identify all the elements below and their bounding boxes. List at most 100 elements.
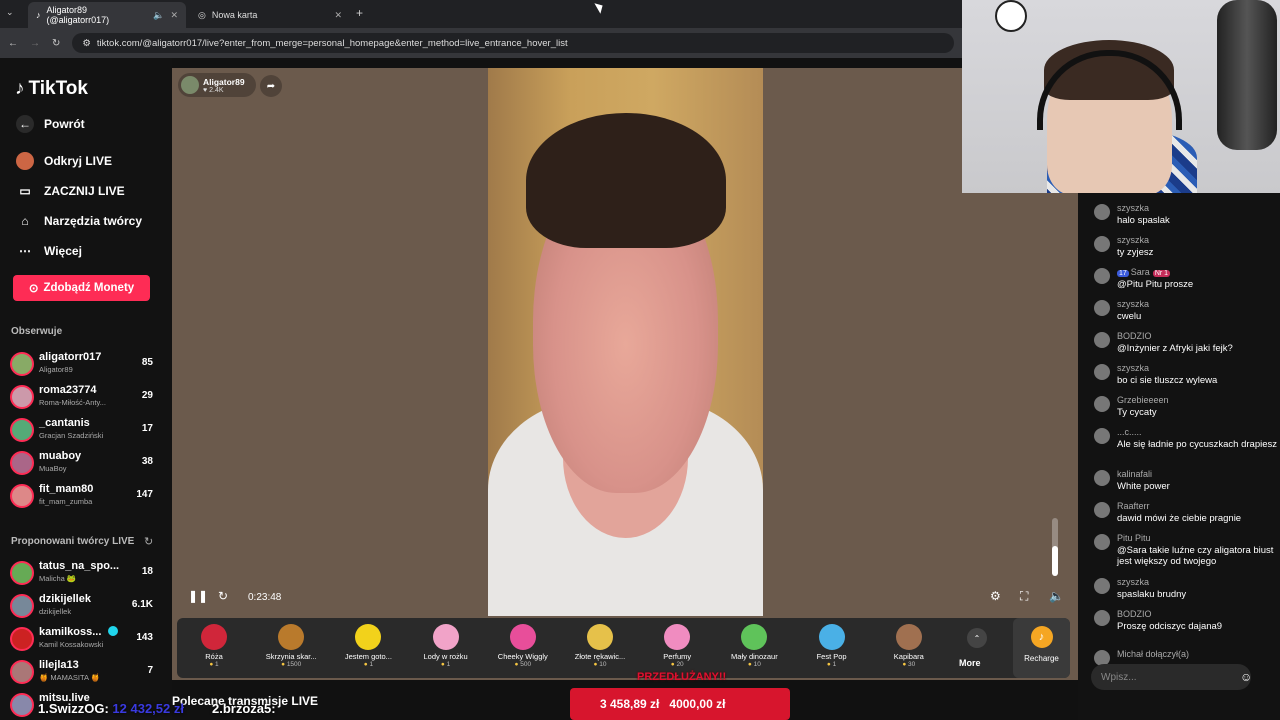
chat-text: @Inżynier z Afryki jaki fejk?: [1117, 343, 1233, 354]
tiktok-logo[interactable]: ♪ TikTok: [15, 78, 88, 100]
avatar[interactable]: [1094, 332, 1110, 348]
gift-price: ● 10: [593, 661, 607, 668]
suggested-item[interactable]: tatus_na_spo... Malicha 🐸 18: [10, 558, 158, 588]
refresh-icon[interactable]: ↻: [218, 589, 228, 603]
chat-username[interactable]: Grzebieeeen: [1117, 395, 1169, 405]
share-icon[interactable]: ➦: [260, 75, 282, 97]
nav-start-live[interactable]: ▭ ZACZNIJ LIVE: [16, 182, 124, 200]
following-item[interactable]: fit_mam80 fit_mam_zumba 147: [10, 481, 158, 511]
reload-icon[interactable]: ↻: [52, 38, 60, 49]
chat-username[interactable]: szyszka: [1117, 299, 1149, 309]
chat-username[interactable]: Michał dołączył(a): [1117, 649, 1189, 659]
more-gifts-chevron-icon[interactable]: ⌃: [967, 628, 987, 648]
avatar[interactable]: [1094, 534, 1110, 550]
chat-username[interactable]: szyszka: [1117, 577, 1149, 587]
avatar[interactable]: [1094, 300, 1110, 316]
following-item[interactable]: _cantanis Gracjan Szadziński 17: [10, 415, 158, 445]
chat-input[interactable]: Wpisz...: [1091, 664, 1251, 690]
avatar: [10, 561, 34, 585]
chat-username[interactable]: Pitu Pitu: [1117, 533, 1151, 543]
get-coins-button[interactable]: ⊙ Zdobądź Monety: [13, 275, 150, 301]
chat-username[interactable]: szyszka: [1117, 203, 1149, 213]
chat-username[interactable]: 17 Sara Nr 1: [1117, 267, 1171, 277]
nav-discover-live[interactable]: Odkryj LIVE: [16, 152, 112, 170]
live-video[interactable]: [488, 68, 763, 616]
tab-new[interactable]: ◎ Nowa karta ✕: [190, 2, 350, 28]
chat-username[interactable]: Raafterr: [1117, 501, 1150, 511]
suggested-heading: Proponowani twórcy LIVE: [11, 536, 135, 547]
more-gifts-button[interactable]: More: [959, 658, 981, 668]
chat-text: halo spaslak: [1117, 215, 1170, 226]
chat-username[interactable]: BODZIO: [1117, 609, 1152, 619]
gift-name: Jestem goto...: [344, 652, 392, 661]
avatar[interactable]: [1094, 610, 1110, 626]
chat-username[interactable]: BODZIO: [1117, 331, 1152, 341]
pause-icon[interactable]: ❚❚: [188, 589, 208, 603]
gift-icon: [355, 624, 382, 650]
audio-icon[interactable]: 🔈: [153, 10, 164, 21]
avatar: [10, 660, 34, 684]
settings-icon[interactable]: ⚙: [990, 589, 1001, 603]
nav-creator-tools[interactable]: ⌂ Narzędzia twórcy: [16, 212, 142, 230]
avatar[interactable]: [1094, 204, 1110, 220]
chat-username[interactable]: szyszka: [1117, 235, 1149, 245]
gift-item[interactable]: Kapibara ● 30: [874, 618, 944, 678]
home-icon: ⌂: [21, 214, 29, 228]
close-tab-icon[interactable]: ✕: [334, 10, 342, 21]
gift-item[interactable]: Fest Pop ● 1: [797, 618, 867, 678]
tiktok-favicon-icon: ♪: [36, 10, 41, 20]
site-info-icon[interactable]: ⚙: [82, 38, 91, 49]
chat-username[interactable]: kalinafali: [1117, 469, 1152, 479]
avatar[interactable]: [1094, 502, 1110, 518]
suggested-item[interactable]: kamilkoss... Kamil Kossakowski 143: [10, 624, 158, 654]
tab-tiktok[interactable]: ♪ Aligator89 (@aligatorr017) 🔈 ✕: [28, 2, 186, 28]
gift-price: ● 30: [902, 661, 916, 668]
gift-price: ● 1: [363, 661, 374, 668]
avatar[interactable]: [1094, 470, 1110, 486]
gift-item[interactable]: Cheeky Wiggly ● 500: [488, 618, 558, 678]
tab-list-icon[interactable]: ⌄: [6, 7, 14, 18]
gift-price: ● 1500: [281, 661, 302, 668]
avatar[interactable]: [1094, 236, 1110, 252]
fullscreen-icon[interactable]: ⛶: [1020, 589, 1028, 604]
volume-icon[interactable]: 🔈: [1049, 589, 1064, 603]
close-tab-icon[interactable]: ✕: [170, 10, 178, 21]
gift-item[interactable]: Złote rękawic... ● 10: [565, 618, 635, 678]
streamer-badge[interactable]: Aligator89 ♥ 2.4K: [178, 73, 256, 97]
refresh-icon[interactable]: ↻: [144, 535, 153, 548]
nav-more[interactable]: ⋯ Więcej: [16, 242, 82, 260]
avatar[interactable]: [1094, 268, 1110, 284]
following-item[interactable]: aligatorr017 Aligator89 85: [10, 349, 158, 379]
gift-item[interactable]: Lody w rożku ● 1: [411, 618, 481, 678]
recharge-button[interactable]: ♪ Recharge: [1013, 618, 1070, 678]
emoji-icon[interactable]: ☺: [1240, 670, 1252, 684]
avatar[interactable]: [1094, 428, 1110, 444]
suggested-item[interactable]: lilejla13 🍯 MAMASITA 🍯 7: [10, 657, 158, 687]
url-input[interactable]: ⚙ tiktok.com/@aligatorr017/live?enter_fr…: [72, 33, 954, 53]
avatar[interactable]: [1094, 364, 1110, 380]
back-icon[interactable]: ←: [8, 38, 18, 49]
coin-icon: ♪: [1030, 626, 1053, 648]
gift-price: ● 20: [670, 661, 684, 668]
gift-item[interactable]: Mały dinozaur ● 10: [719, 618, 789, 678]
avatar[interactable]: [1094, 578, 1110, 594]
forward-icon[interactable]: →: [30, 38, 40, 49]
volume-slider[interactable]: [1052, 518, 1058, 576]
gift-item[interactable]: Perfumy ● 20: [642, 618, 712, 678]
screen: { "browser": { "tabs": [ {"title": "Alig…: [0, 0, 1280, 720]
gift-name: Kapibara: [893, 652, 924, 661]
gift-item[interactable]: Róża ● 1: [179, 618, 249, 678]
new-tab-icon[interactable]: +: [356, 6, 363, 20]
chat-text: @Sara takie luźne czy aligatora biust je…: [1117, 545, 1274, 567]
gift-item[interactable]: Jestem goto... ● 1: [333, 618, 403, 678]
nav-back[interactable]: ← Powrót: [16, 115, 85, 133]
recharge-label: Recharge: [1024, 654, 1059, 663]
chat-username[interactable]: ...c.....: [1117, 427, 1142, 437]
avatar[interactable]: [1094, 396, 1110, 412]
following-item[interactable]: muaboy MuaBoy 38: [10, 448, 158, 478]
chat-username[interactable]: szyszka: [1117, 363, 1149, 373]
following-item[interactable]: roma23774 Roma-Miłość-Anty... 29: [10, 382, 158, 412]
gift-item[interactable]: Skrzynia skar... ● 1500: [256, 618, 326, 678]
suggested-item[interactable]: dzikijellek dzikijellek 6.1K: [10, 591, 158, 621]
mouse-cursor-icon: [594, 0, 606, 14]
